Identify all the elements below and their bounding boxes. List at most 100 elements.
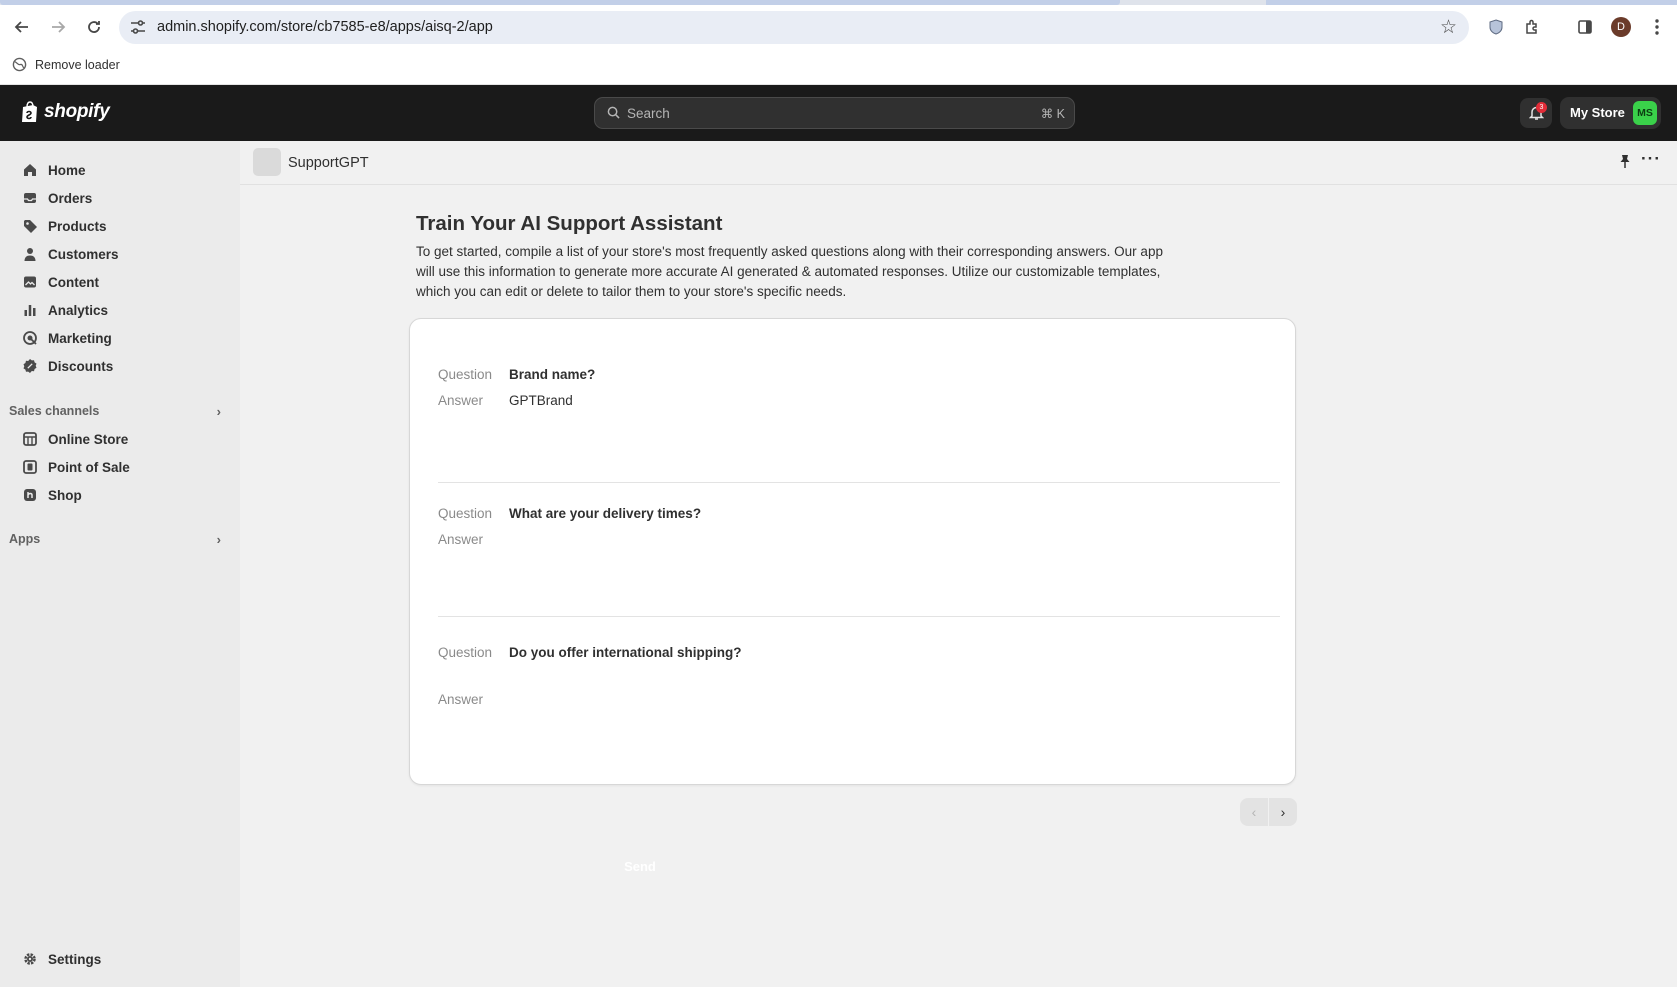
bookmarks-bar: Remove loader	[0, 49, 1677, 85]
search-shortcut: ⌘ K	[1040, 107, 1065, 121]
sidebar-item-orders[interactable]: Orders	[8, 184, 224, 212]
reload-icon[interactable]	[80, 13, 108, 41]
chevron-right-icon: ›	[1280, 804, 1286, 820]
page-title: Train Your AI Support Assistant	[416, 212, 723, 235]
site-settings-icon[interactable]	[129, 19, 147, 35]
answer-label: Answer	[438, 393, 484, 408]
admin-search[interactable]: Search ⌘ K	[594, 97, 1075, 129]
notifications-button[interactable]: 3	[1520, 98, 1552, 128]
send-button[interactable]: Send	[610, 859, 670, 874]
sidebar-item-online-store[interactable]: Online Store	[8, 425, 224, 453]
shopify-logo[interactable]: shopify	[20, 101, 110, 123]
sidebar-item-label: Shop	[48, 487, 82, 503]
next-page-button[interactable]: ›	[1269, 798, 1297, 826]
divider	[438, 616, 1280, 617]
bookmark-star-icon[interactable]: ☆	[1440, 16, 1457, 39]
store-icon	[23, 432, 37, 446]
question-label: Question	[438, 367, 493, 382]
address-bar[interactable]: admin.shopify.com/store/cb7585-e8/apps/a…	[119, 11, 1469, 44]
answer-label: Answer	[438, 692, 484, 707]
pagination: ‹ ›	[1240, 798, 1297, 826]
app-icon	[253, 148, 281, 176]
answer-label: Answer	[438, 532, 484, 547]
answer-row: Answer	[438, 692, 509, 707]
logo-text: shopify	[44, 101, 110, 122]
bookmark-remove-loader[interactable]: Remove loader	[12, 57, 120, 72]
faq-card: Question Brand name? Answer GPTBrand Que…	[409, 318, 1296, 785]
sidebar-item-products[interactable]: Products	[8, 212, 224, 240]
question-text[interactable]: Do you offer international shipping?	[509, 645, 742, 660]
previous-page-button[interactable]: ‹	[1240, 798, 1268, 826]
page-intro: To get started, compile a list of your s…	[416, 244, 1163, 299]
question-row: Question Brand name?	[438, 367, 595, 382]
question-row: Question Do you offer international ship…	[438, 645, 742, 660]
sidebar-item-point-of-sale[interactable]: Point of Sale	[8, 453, 224, 481]
sales-channels-heading: Sales channels	[9, 404, 100, 418]
chevron-right-icon[interactable]: ›	[217, 404, 221, 419]
sidebar-item-customers[interactable]: Customers	[8, 240, 224, 268]
store-avatar: MS	[1633, 101, 1657, 125]
question-text[interactable]: What are your delivery times?	[509, 506, 701, 521]
search-icon	[607, 106, 620, 119]
apps-heading: Apps	[9, 532, 41, 546]
main-content: SupportGPT ··· Train Your AI Support Ass…	[240, 141, 1677, 987]
inbox-icon	[24, 193, 36, 203]
globe-icon	[12, 57, 27, 72]
notification-badge: 3	[1536, 102, 1547, 113]
shop-icon	[24, 489, 36, 501]
sidebar-item-label: Customers	[48, 246, 119, 262]
gear-icon	[24, 953, 36, 965]
forward-icon[interactable]	[44, 13, 72, 41]
question-label: Question	[438, 506, 493, 521]
sidebar-item-shop[interactable]: Shop	[8, 481, 224, 509]
question-label: Question	[438, 645, 493, 660]
browser-menu-icon[interactable]	[1643, 13, 1671, 41]
sidebar-item-marketing[interactable]: Marketing	[8, 324, 224, 352]
admin-sidebar: Home Orders Products Customers Content A…	[0, 141, 240, 987]
pin-icon[interactable]	[1619, 154, 1631, 172]
browser-toolbar: admin.shopify.com/store/cb7585-e8/apps/a…	[0, 5, 1677, 49]
answer-row: Answer GPTBrand	[438, 393, 573, 408]
question-text[interactable]: Brand name?	[509, 367, 595, 382]
shield-extension-icon[interactable]	[1482, 13, 1510, 41]
sidebar-item-label: Settings	[48, 951, 102, 967]
app-header: SupportGPT ···	[240, 141, 1677, 185]
sales-channels-section[interactable]: Sales channels ›	[9, 399, 225, 423]
profile-initial: D	[1611, 17, 1631, 37]
home-icon	[24, 164, 36, 176]
sidebar-item-home[interactable]: Home	[8, 156, 224, 184]
profile-avatar[interactable]: D	[1607, 13, 1635, 41]
chevron-right-icon[interactable]: ›	[217, 532, 221, 547]
discount-icon	[23, 359, 37, 373]
sidebar-item-settings[interactable]: Settings	[8, 945, 224, 973]
bookmark-label: Remove loader	[35, 57, 120, 72]
target-icon	[23, 331, 37, 345]
app-title: SupportGPT	[288, 155, 369, 171]
shopify-bag-icon	[22, 101, 37, 122]
back-icon[interactable]	[8, 13, 36, 41]
store-name: My Store	[1570, 105, 1625, 120]
sidebar-item-label: Point of Sale	[48, 459, 130, 475]
store-switcher[interactable]: My Store MS	[1560, 97, 1661, 129]
apps-section[interactable]: Apps ›	[9, 527, 225, 551]
sidebar-item-label: Marketing	[48, 330, 112, 346]
chevron-left-icon: ‹	[1251, 804, 1257, 820]
sidebar-item-content[interactable]: Content	[8, 268, 224, 296]
sidebar-item-analytics[interactable]: Analytics	[8, 296, 224, 324]
question-row: Question What are your delivery times?	[438, 506, 701, 521]
divider	[438, 482, 1280, 483]
sidebar-item-label: Discounts	[48, 358, 114, 374]
sidebar-item-discounts[interactable]: Discounts	[8, 352, 224, 380]
sidebar-item-label: Analytics	[48, 302, 109, 318]
answer-text[interactable]: GPTBrand	[509, 393, 573, 408]
url-text[interactable]: admin.shopify.com/store/cb7585-e8/apps/a…	[157, 19, 493, 35]
pos-icon	[23, 460, 37, 474]
sidebar-item-label: Orders	[48, 190, 93, 206]
answer-row: Answer	[438, 532, 509, 547]
bar-chart-icon	[24, 305, 36, 316]
admin-topbar: shopify Search ⌘ K 3 My Store MS	[0, 85, 1677, 141]
sidebar-item-label: Online Store	[48, 431, 129, 447]
side-panel-icon[interactable]	[1571, 13, 1599, 41]
more-actions-icon[interactable]: ···	[1641, 149, 1661, 169]
extensions-icon[interactable]	[1518, 13, 1546, 41]
